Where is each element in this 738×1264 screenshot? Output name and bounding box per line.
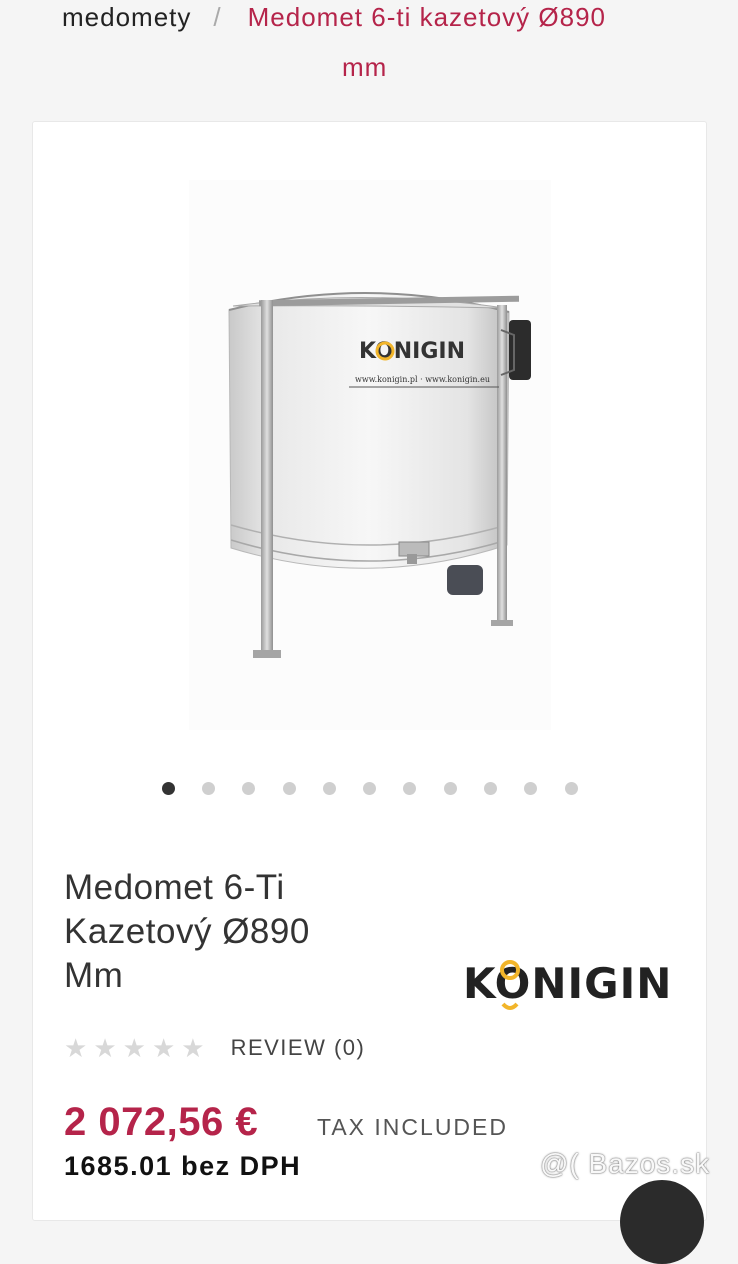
gallery-dot-11[interactable]	[565, 782, 578, 795]
gallery-dot-1[interactable]	[162, 782, 175, 795]
star-empty-icon: ★	[181, 1033, 205, 1063]
product-title: Medomet 6-Ti Kazetový Ø890 Mm	[64, 866, 384, 998]
svg-text:KONIGIN: KONIGIN	[463, 959, 672, 1008]
bazos-watermark: @( Bazos.sk	[540, 1148, 711, 1179]
svg-text:www.konigin.pl · www.konigin.e: www.konigin.pl · www.konigin.eu	[355, 375, 490, 384]
product-image[interactable]: KONIGIN www.konigin.pl · www.konigin.eu	[189, 180, 551, 730]
gallery-dot-2[interactable]	[202, 782, 215, 795]
product-title-line: Mm	[64, 956, 124, 995]
gallery-dot-10[interactable]	[524, 782, 537, 795]
breadcrumb-item-medomety[interactable]: medomety	[62, 2, 191, 32]
star-empty-icon: ★	[151, 1033, 176, 1063]
product-title-line: Kazetový Ø890	[64, 912, 310, 951]
floating-action-button[interactable]	[620, 1180, 704, 1264]
gallery-dot-7[interactable]	[403, 782, 416, 795]
price-without-vat: 1685.01 bez DPH	[64, 1151, 302, 1181]
svg-text:KONIGIN: KONIGIN	[359, 339, 465, 364]
star-empty-icon: ★	[64, 1033, 88, 1063]
review-link[interactable]: REVIEW (0)	[231, 1035, 366, 1061]
product-price: 2 072,56 €	[64, 1100, 259, 1144]
gallery-dot-8[interactable]	[444, 782, 457, 795]
brand-logo[interactable]: KONIGIN	[463, 946, 688, 1010]
star-empty-icon: ★	[122, 1033, 146, 1063]
breadcrumb-current-continued: mm	[342, 52, 388, 82]
product-card: KONIGIN www.konigin.pl · www.konigin.eu …	[32, 121, 707, 1221]
gallery-dot-6[interactable]	[363, 782, 376, 795]
tax-included-label: TAX INCLUDED	[317, 1114, 508, 1140]
rating-row: ★ ★ ★ ★ ★ REVIEW (0)	[64, 1030, 365, 1066]
breadcrumb-separator: /	[213, 2, 222, 32]
gallery-dot-9[interactable]	[484, 782, 497, 795]
gallery-dot-3[interactable]	[242, 782, 255, 795]
gallery-pagination	[33, 782, 708, 798]
gallery-dot-4[interactable]	[283, 782, 296, 795]
konigin-logo-icon: KONIGIN	[463, 959, 672, 1010]
gallery-dot-5[interactable]	[323, 782, 336, 795]
product-title-line: Medomet 6-Ti	[64, 868, 285, 907]
honey-extractor-illustration: KONIGIN www.konigin.pl · www.konigin.eu	[228, 292, 531, 658]
breadcrumb-current: Medomet 6-ti kazetový Ø890	[247, 2, 607, 32]
star-empty-icon: ★	[93, 1033, 117, 1063]
